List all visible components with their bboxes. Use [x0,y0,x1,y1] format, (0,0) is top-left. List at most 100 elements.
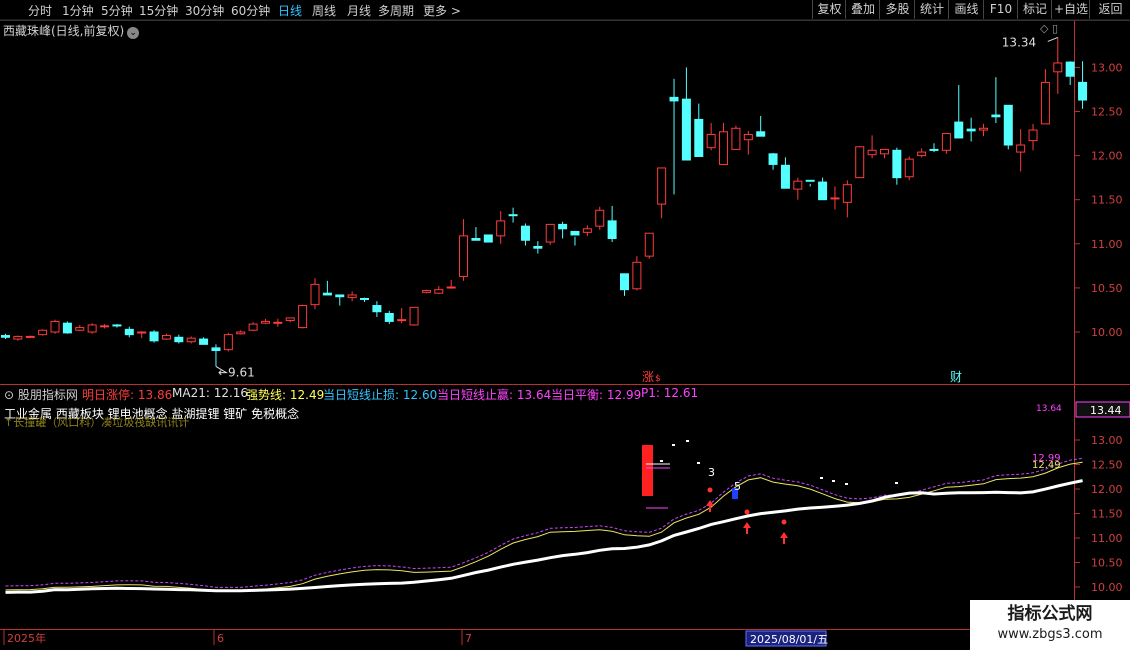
candle-body [545,223,555,243]
x-tick-label: 7 [465,632,472,645]
candle-body [1053,62,1063,73]
high-arrow [1047,36,1058,42]
period-toolbar: 分时 1分钟 5分钟 15分钟 30分钟 60分钟 日线 周线 月线 多周期 更多 > 复权 叠加 多股统… [0,0,1130,21]
indicator-name[interactable]: ⊙ 股朋指标网 [4,386,78,403]
candle-body [743,133,753,141]
candle-body [409,306,419,326]
candle-body [520,225,530,241]
toolbar-button[interactable]: +自选 [1051,0,1090,19]
candle-body [805,179,815,182]
toolbar-button[interactable]: 复权 [812,0,846,19]
candle-body [929,148,939,151]
level-tick [845,483,848,485]
y-tick-label: 12.00 [1091,483,1123,496]
candle-body [372,305,382,313]
candle-body [941,133,951,151]
period-tab[interactable]: 15分钟 [139,2,178,19]
candle-body [644,232,654,257]
high-label: 13.34 [1002,35,1036,49]
candle-body [50,320,60,333]
level-tick [697,462,700,464]
y-tick-label: 13.00 [1091,61,1123,74]
period-tab[interactable]: 1分钟 [62,2,94,19]
buy-arrow-icon [743,522,751,534]
level-tick [820,477,823,479]
y-tick-label: 11.50 [1091,194,1123,207]
candle-body [75,327,85,331]
period-tab[interactable]: 多周期 [378,2,414,19]
candle-body [1028,129,1038,142]
toolbar-button[interactable]: 多股 [879,0,915,19]
candle-body [421,290,431,293]
toolbar-button[interactable]: F10 [983,0,1018,19]
candle-body [558,223,568,230]
y-tick-label: 11.00 [1091,532,1123,545]
period-tab[interactable]: 周线 [312,2,336,19]
toolbar-button[interactable]: 标记 [1017,0,1052,19]
candle-body [273,321,283,324]
level-tick [895,482,898,484]
indicator-value: 当日短线止损: 12.60 [323,388,438,402]
period-tab[interactable]: 30分钟 [185,2,224,19]
cursor-date: 2025/08/01/五 [750,633,828,646]
candle-body [1,335,10,338]
chart-title[interactable]: 西藏珠峰(日线,前复权) ⌄ [3,22,140,39]
level-tick [832,480,835,482]
concept-sub-line: ↑长撞罐（风口科）凑垃圾筏缺讯讯计 [4,416,190,429]
strong-line [5,461,1083,592]
price-chart-svg[interactable]: 13.00 12.50 12.00 11.50 11.00 10.50 10.00 13.00… [0,0,1130,650]
chart-corner-icons: ◇ ▯ [1040,22,1058,35]
signal-dot [744,509,750,515]
candle-body [632,261,642,290]
watermark-url: www.zbgs3.com [997,627,1103,642]
indicator-value: P1: 12.61 [641,386,699,400]
toolbar-button[interactable]: 画线 [948,0,984,19]
period-tab[interactable]: 60分钟 [231,2,270,19]
candle-body [582,228,592,233]
diamond-icon[interactable]: ◇ [1040,22,1048,35]
zhang-marker-sub: $ [655,374,661,384]
candle-body [867,149,877,156]
low-arrow [215,365,227,373]
period-tab[interactable]: 5分钟 [101,2,133,19]
candle-body [657,167,667,205]
candle-body [62,322,72,334]
x-tick-label: 6 [217,632,224,645]
period-tab[interactable]: 日线 [278,2,302,19]
candle-body [595,209,605,227]
level-tick [686,440,689,442]
candle-body [285,317,295,322]
buy-arrow-icon [780,532,788,544]
indicator-value: 强势线: 12.49 [246,388,325,402]
candle-body [954,121,964,139]
candle-body [842,184,852,203]
panel-toggle-icon[interactable]: ▯ [1052,22,1058,35]
candle-body [223,334,233,351]
candle-body [149,331,159,342]
y-tick-label: 10.50 [1091,282,1123,295]
period-tab[interactable]: 更多 > [423,2,461,19]
candle-body [780,164,790,189]
toolbar-button[interactable]: 返回 [1089,0,1130,19]
candle-body [570,230,580,236]
candle-body [236,331,246,335]
period-tab[interactable]: 分时 [28,2,52,19]
low-label: ←9.61 [218,365,255,379]
y-tick-label: 10.00 [1091,581,1123,594]
x-tick-label: 2025年 [7,631,46,645]
candle-body [855,146,865,179]
period-tab[interactable]: 月线 [347,2,371,19]
candle-body [483,234,493,243]
toolbar-button[interactable]: 叠加 [845,0,880,19]
candle-body [347,294,357,299]
y-tick-label: 13.00 [1091,434,1123,447]
indicator-value: 明日涨停: 13.86 [82,388,173,402]
chevron-down-icon[interactable]: ⌄ [127,27,140,39]
candle-body [161,335,171,340]
candle-body [434,289,444,294]
candle-body [310,283,320,306]
candle-body [620,273,629,291]
toolbar-button[interactable]: 统计 [914,0,949,19]
candle-body [1065,61,1075,77]
candle-body [13,335,23,340]
